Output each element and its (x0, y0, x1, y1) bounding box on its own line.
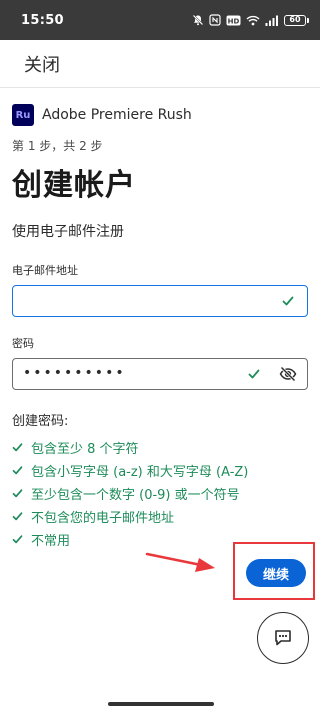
rule-text: 不包含您的电子邮件地址 (31, 511, 175, 526)
email-field-box (12, 285, 308, 317)
rule-text: 至少包含一个数字 (0-9) 或一个符号 (31, 488, 240, 503)
password-rule: 至少包含一个数字 (0-9) 或一个符号 (12, 482, 310, 505)
signal-icon (265, 15, 278, 26)
email-valid-check-icon (282, 296, 294, 306)
password-rule: 包含至少 8 个字符 (12, 436, 310, 459)
hd-icon: HD (226, 15, 241, 25)
signup-form: Ru Adobe Premiere Rush 第 1 步，共 2 步 创建帐户 … (12, 104, 310, 551)
password-valid-check-icon (248, 369, 260, 379)
continue-button[interactable]: 继续 (246, 559, 306, 587)
hide-password-icon[interactable] (279, 366, 297, 382)
wifi-icon (246, 15, 260, 25)
rule-text: 不常用 (31, 534, 71, 549)
home-indicator[interactable] (108, 702, 214, 706)
password-rule: 不包含您的电子邮件地址 (12, 505, 310, 528)
email-input[interactable] (23, 286, 253, 314)
annotation-arrow-icon (145, 552, 215, 572)
step-indicator: 第 1 步，共 2 步 (12, 139, 103, 153)
password-rule: 包含小写字母 (a-z) 和大写字母 (A-Z) (12, 459, 310, 482)
password-label: 密码 (12, 337, 34, 350)
email-label: 电子邮件地址 (12, 264, 78, 277)
status-time: 15:50 (21, 12, 64, 28)
password-input[interactable] (23, 359, 253, 387)
rule-check-icon (12, 466, 23, 475)
password-rules-title: 创建密码: (12, 414, 69, 429)
rule-check-icon (12, 489, 23, 498)
svg-text:HD: HD (228, 17, 240, 25)
battery-icon: 60 (284, 14, 309, 26)
chat-icon (275, 630, 291, 646)
subtitle: 使用电子邮件注册 (12, 224, 124, 240)
top-bar: 关闭 (0, 40, 320, 88)
rule-check-icon (12, 535, 23, 544)
rule-check-icon (12, 443, 23, 452)
status-bar: 15:50 HD 60 (0, 0, 320, 40)
status-icons: HD 60 (192, 14, 309, 26)
rule-text: 包含小写字母 (a-z) 和大写字母 (A-Z) (31, 465, 249, 480)
close-button[interactable]: 关闭 (24, 51, 60, 77)
mute-icon (192, 14, 204, 26)
nfc-icon (209, 14, 221, 26)
password-rule: 不常用 (12, 528, 310, 551)
password-rules-list: 包含至少 8 个字符 包含小写字母 (a-z) 和大写字母 (A-Z) 至少包含… (12, 436, 310, 551)
app-name: Adobe Premiere Rush (42, 107, 192, 123)
rule-check-icon (12, 512, 23, 521)
app-header: Ru Adobe Premiere Rush (12, 104, 310, 126)
password-field-box (12, 358, 308, 390)
app-logo: Ru (12, 104, 34, 126)
rule-text: 包含至少 8 个字符 (31, 442, 139, 457)
chat-button[interactable] (257, 612, 309, 664)
page-title: 创建帐户 (12, 168, 136, 203)
